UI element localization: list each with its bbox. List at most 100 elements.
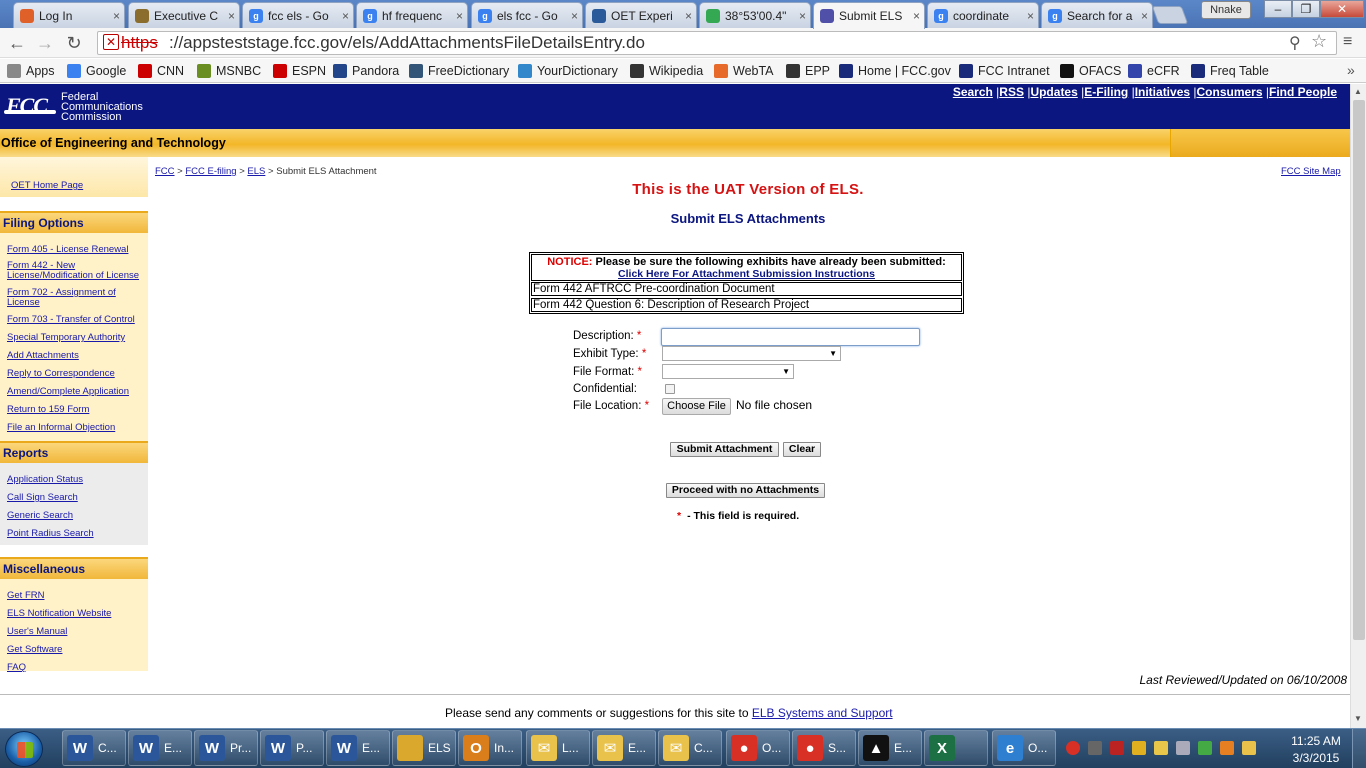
mail-tray-icon[interactable]: [1242, 741, 1256, 755]
taskbar-button[interactable]: ✉ E...: [592, 730, 656, 766]
forward-icon[interactable]: →: [34, 32, 56, 54]
taskbar-button[interactable]: W Pr...: [194, 730, 258, 766]
sidebar-link[interactable]: Return to 159 Form: [7, 405, 142, 415]
scroll-up-icon[interactable]: ▲: [1354, 87, 1362, 96]
tab-close-icon[interactable]: ×: [571, 9, 578, 23]
taskbar-button[interactable]: ✉ C...: [658, 730, 722, 766]
close-window-button[interactable]: ✕: [1320, 0, 1364, 18]
bookmark-item[interactable]: Google: [67, 61, 126, 81]
tab-close-icon[interactable]: ×: [456, 9, 463, 23]
taskbar-button[interactable]: W C...: [62, 730, 126, 766]
top-nav-link[interactable]: Initiatives: [1135, 85, 1190, 99]
top-nav-link[interactable]: Updates: [1030, 85, 1077, 99]
scroll-down-icon[interactable]: ▼: [1354, 714, 1362, 723]
taskbar-button[interactable]: e O...: [992, 730, 1056, 766]
clock-time[interactable]: 11:25 AM: [1290, 734, 1342, 748]
maximize-button[interactable]: ❐: [1292, 0, 1320, 18]
elb-support-link[interactable]: ELB Systems and Support: [752, 706, 893, 720]
volume-icon[interactable]: [1176, 741, 1190, 755]
bookmark-item[interactable]: Apps: [7, 61, 55, 81]
browser-tab[interactable]: Executive C ×: [128, 2, 240, 28]
file-format-select[interactable]: ▼: [662, 364, 794, 379]
search-icon[interactable]: ⚲: [1289, 33, 1301, 53]
sidebar-link[interactable]: Amend/Complete Application: [7, 387, 142, 397]
show-desktop-button[interactable]: [1352, 729, 1366, 768]
bookmark-item[interactable]: WebTA: [714, 61, 774, 81]
clear-button[interactable]: Clear: [783, 442, 821, 457]
back-icon[interactable]: ←: [6, 32, 28, 54]
description-input[interactable]: [661, 328, 920, 346]
proceed-no-attachments-button[interactable]: Proceed with no Attachments: [666, 483, 825, 498]
reload-icon[interactable]: ↻: [63, 32, 85, 54]
sidebar-link[interactable]: Form 442 - New License/Modification of L…: [7, 261, 142, 281]
top-nav-link[interactable]: Consumers: [1197, 85, 1263, 99]
sidebar-link[interactable]: ELS Notification Website: [7, 609, 142, 619]
top-nav-link[interactable]: RSS: [999, 85, 1024, 99]
tab-close-icon[interactable]: ×: [913, 9, 920, 23]
menu-icon[interactable]: ≡: [1343, 33, 1352, 51]
taskbar-button[interactable]: O In...: [458, 730, 522, 766]
tab-close-icon[interactable]: ×: [228, 9, 235, 23]
sidebar-link[interactable]: Form 703 - Transfer of Control: [7, 315, 142, 325]
sidebar-link[interactable]: Get Software: [7, 645, 142, 655]
taskbar-button[interactable]: W P...: [260, 730, 324, 766]
new-tab-button[interactable]: [1151, 6, 1189, 24]
bookmark-item[interactable]: FreeDictionary: [409, 61, 509, 81]
exhibit-type-select[interactable]: ▼: [662, 346, 841, 361]
taskbar-button[interactable]: W E...: [326, 730, 390, 766]
insecure-certificate-icon[interactable]: ✕: [103, 34, 119, 50]
sidebar-link[interactable]: Get FRN: [7, 591, 142, 601]
browser-tab[interactable]: g Search for a ×: [1041, 2, 1153, 28]
tab-close-icon[interactable]: ×: [685, 9, 692, 23]
tab-close-icon[interactable]: ×: [342, 9, 349, 23]
browser-tab[interactable]: Log In ×: [13, 2, 125, 28]
bookmark-item[interactable]: FCC Intranet: [959, 61, 1050, 81]
sidebar-link[interactable]: User's Manual: [7, 627, 142, 637]
browser-tab[interactable]: 38°53'00.4" ×: [699, 2, 811, 28]
sidebar-link[interactable]: Application Status: [7, 475, 142, 485]
bookmark-item[interactable]: MSNBC: [197, 61, 261, 81]
tab-close-icon[interactable]: ×: [113, 9, 120, 23]
sidebar-link[interactable]: Add Attachments: [7, 351, 142, 361]
bookmark-item[interactable]: OFACS: [1060, 61, 1121, 81]
security-tray-icon[interactable]: [1154, 741, 1168, 755]
tab-close-icon[interactable]: ×: [1027, 9, 1034, 23]
top-nav-link[interactable]: Search: [953, 85, 993, 99]
start-button[interactable]: [5, 731, 43, 767]
bookmark-item[interactable]: Freq Table: [1191, 61, 1269, 81]
scroll-thumb[interactable]: [1353, 100, 1365, 640]
instructions-link[interactable]: Click Here For Attachment Submission Ins…: [618, 268, 875, 280]
confidential-checkbox[interactable]: [665, 384, 675, 394]
breadcrumb-link[interactable]: FCC: [155, 166, 175, 177]
power-tray-icon[interactable]: [1198, 741, 1212, 755]
bookmark-item[interactable]: EPP: [786, 61, 830, 81]
browser-tab[interactable]: g coordinate ×: [927, 2, 1039, 28]
site-map-link[interactable]: FCC Site Map: [1281, 166, 1341, 177]
sidebar-link[interactable]: Call Sign Search: [7, 493, 142, 503]
sidebar-link[interactable]: FAQ: [7, 663, 142, 673]
taskbar-button[interactable]: ✉ L...: [526, 730, 590, 766]
taskbar-button[interactable]: W E...: [128, 730, 192, 766]
top-nav-link[interactable]: E-Filing: [1084, 85, 1128, 99]
taskbar-button[interactable]: ▲ E...: [858, 730, 922, 766]
browser-tab[interactable]: g fcc els - Go ×: [242, 2, 354, 28]
bookmark-item[interactable]: Pandora: [333, 61, 399, 81]
sidebar-link[interactable]: Form 405 - License Renewal: [7, 245, 142, 255]
bookmark-item[interactable]: CNN: [138, 61, 184, 81]
bookmark-item[interactable]: YourDictionary: [518, 61, 618, 81]
top-nav-link[interactable]: Find People: [1269, 85, 1337, 99]
breadcrumb-link[interactable]: FCC E-filing: [185, 166, 236, 177]
chevron-right-icon[interactable]: »: [1347, 62, 1355, 78]
choose-file-button[interactable]: Choose File: [662, 398, 731, 415]
submit-attachment-button[interactable]: Submit Attachment: [670, 442, 779, 457]
clock-date[interactable]: 3/3/2015: [1290, 751, 1342, 765]
bookmark-item[interactable]: eCFR: [1128, 61, 1180, 81]
taskbar-button[interactable]: ● S...: [792, 730, 856, 766]
sidebar-link[interactable]: Form 702 - Assignment of License: [7, 288, 142, 308]
taskbar-button[interactable]: X: [924, 730, 988, 766]
profile-button[interactable]: Nnake: [1201, 1, 1251, 19]
office-tray-icon[interactable]: [1220, 741, 1234, 755]
browser-tab[interactable]: g hf frequenc ×: [356, 2, 468, 28]
bookmark-item[interactable]: Home | FCC.gov: [839, 61, 951, 81]
page-scrollbar[interactable]: ▲ ▼: [1350, 84, 1366, 728]
